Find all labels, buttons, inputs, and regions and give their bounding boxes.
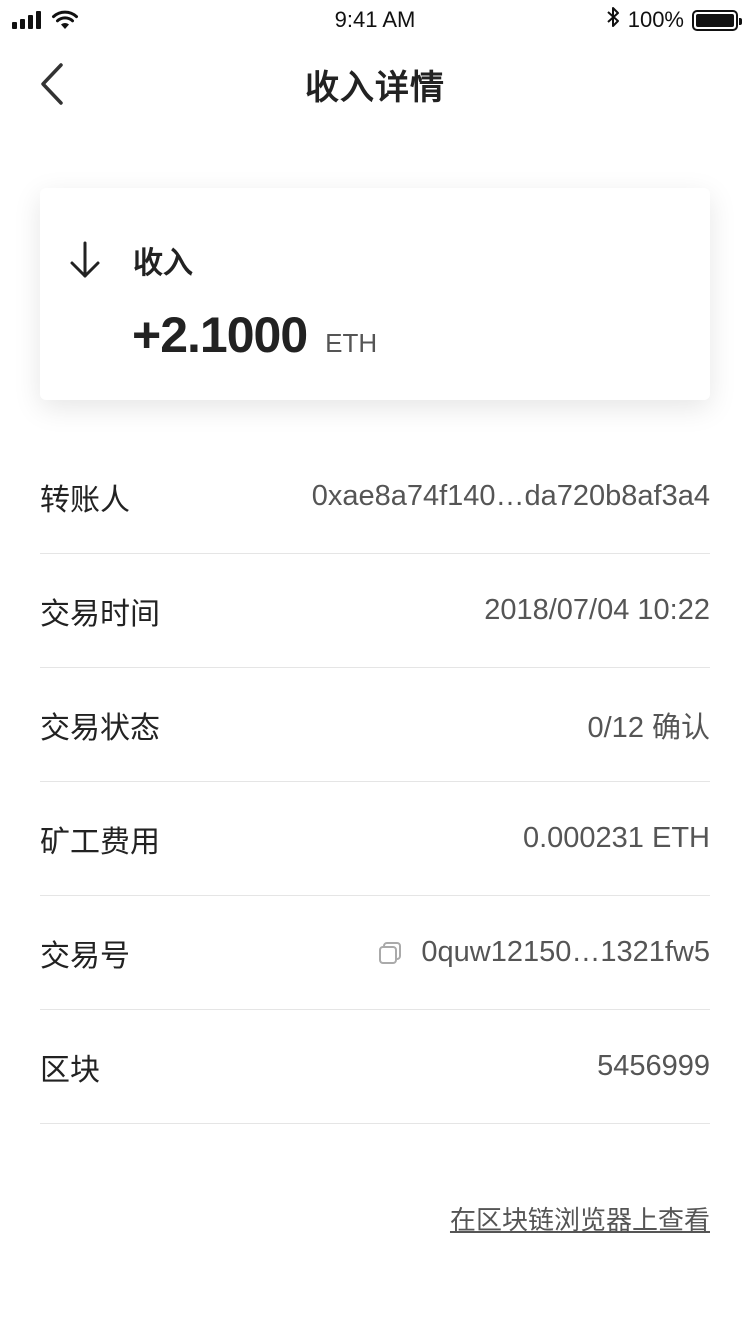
amount-row: +2.1000 ETH bbox=[132, 306, 377, 364]
sender-address[interactable]: 0xae8a74f140…da720b8af3a4 bbox=[312, 480, 710, 513]
status-bar: 9:41 AM 100% bbox=[0, 0, 750, 40]
transaction-status: 0/12 确认 bbox=[587, 711, 711, 744]
txid-value-group: 0quw12150…1321fw5 bbox=[377, 936, 710, 969]
detail-label: 交易时间 bbox=[40, 597, 160, 631]
miner-fee: 0.000231 ETH bbox=[522, 822, 710, 854]
explorer-link[interactable]: 在区块链浏览器上查看 bbox=[450, 1200, 710, 1237]
detail-label: 交易号 bbox=[40, 939, 130, 973]
nav-bar: 收入详情 bbox=[0, 40, 750, 128]
detail-row-status: 交易状态 0/12 确认 bbox=[40, 668, 710, 782]
income-label: 收入 bbox=[133, 247, 193, 280]
transaction-time: 2018/07/04 10:22 bbox=[484, 594, 710, 626]
status-left bbox=[12, 10, 79, 30]
income-card: 收入 +2.1000 ETH bbox=[40, 188, 710, 400]
chevron-left-icon bbox=[41, 63, 63, 105]
page-title: 收入详情 bbox=[305, 68, 445, 107]
detail-label: 交易状态 bbox=[40, 711, 160, 745]
status-right: 100% bbox=[606, 6, 742, 34]
income-unit: ETH bbox=[325, 328, 378, 358]
detail-label: 矿工费用 bbox=[40, 825, 160, 859]
detail-label: 转账人 bbox=[40, 483, 130, 517]
signal-icon bbox=[12, 11, 41, 29]
arrow-down-icon bbox=[70, 241, 100, 278]
detail-row-time: 交易时间 2018/07/04 10:22 bbox=[40, 554, 710, 668]
bluetooth-icon bbox=[606, 6, 620, 34]
detail-label: 区块 bbox=[40, 1053, 100, 1087]
detail-row-txid: 交易号 0quw12150…1321fw5 bbox=[40, 896, 710, 1010]
detail-row-block: 区块 5456999 bbox=[40, 1010, 710, 1124]
detail-row-sender: 转账人 0xae8a74f140…da720b8af3a4 bbox=[40, 440, 710, 554]
wifi-icon bbox=[51, 10, 79, 30]
detail-row-fee: 矿工费用 0.000231 ETH bbox=[40, 782, 710, 896]
battery-icon bbox=[692, 9, 742, 31]
block-number: 5456999 bbox=[597, 1050, 710, 1082]
transaction-id[interactable]: 0quw12150…1321fw5 bbox=[421, 936, 710, 969]
screen: 9:41 AM 100% 收入详情 收入 +2.1000 ETH 转账人 0xa… bbox=[0, 0, 750, 1334]
income-amount: +2.1000 bbox=[132, 307, 308, 363]
copy-icon[interactable] bbox=[377, 940, 403, 966]
battery-percent: 100% bbox=[627, 7, 684, 32]
back-button[interactable] bbox=[30, 58, 74, 110]
detail-list: 转账人 0xae8a74f140…da720b8af3a4 交易时间 2018/… bbox=[40, 440, 710, 1124]
